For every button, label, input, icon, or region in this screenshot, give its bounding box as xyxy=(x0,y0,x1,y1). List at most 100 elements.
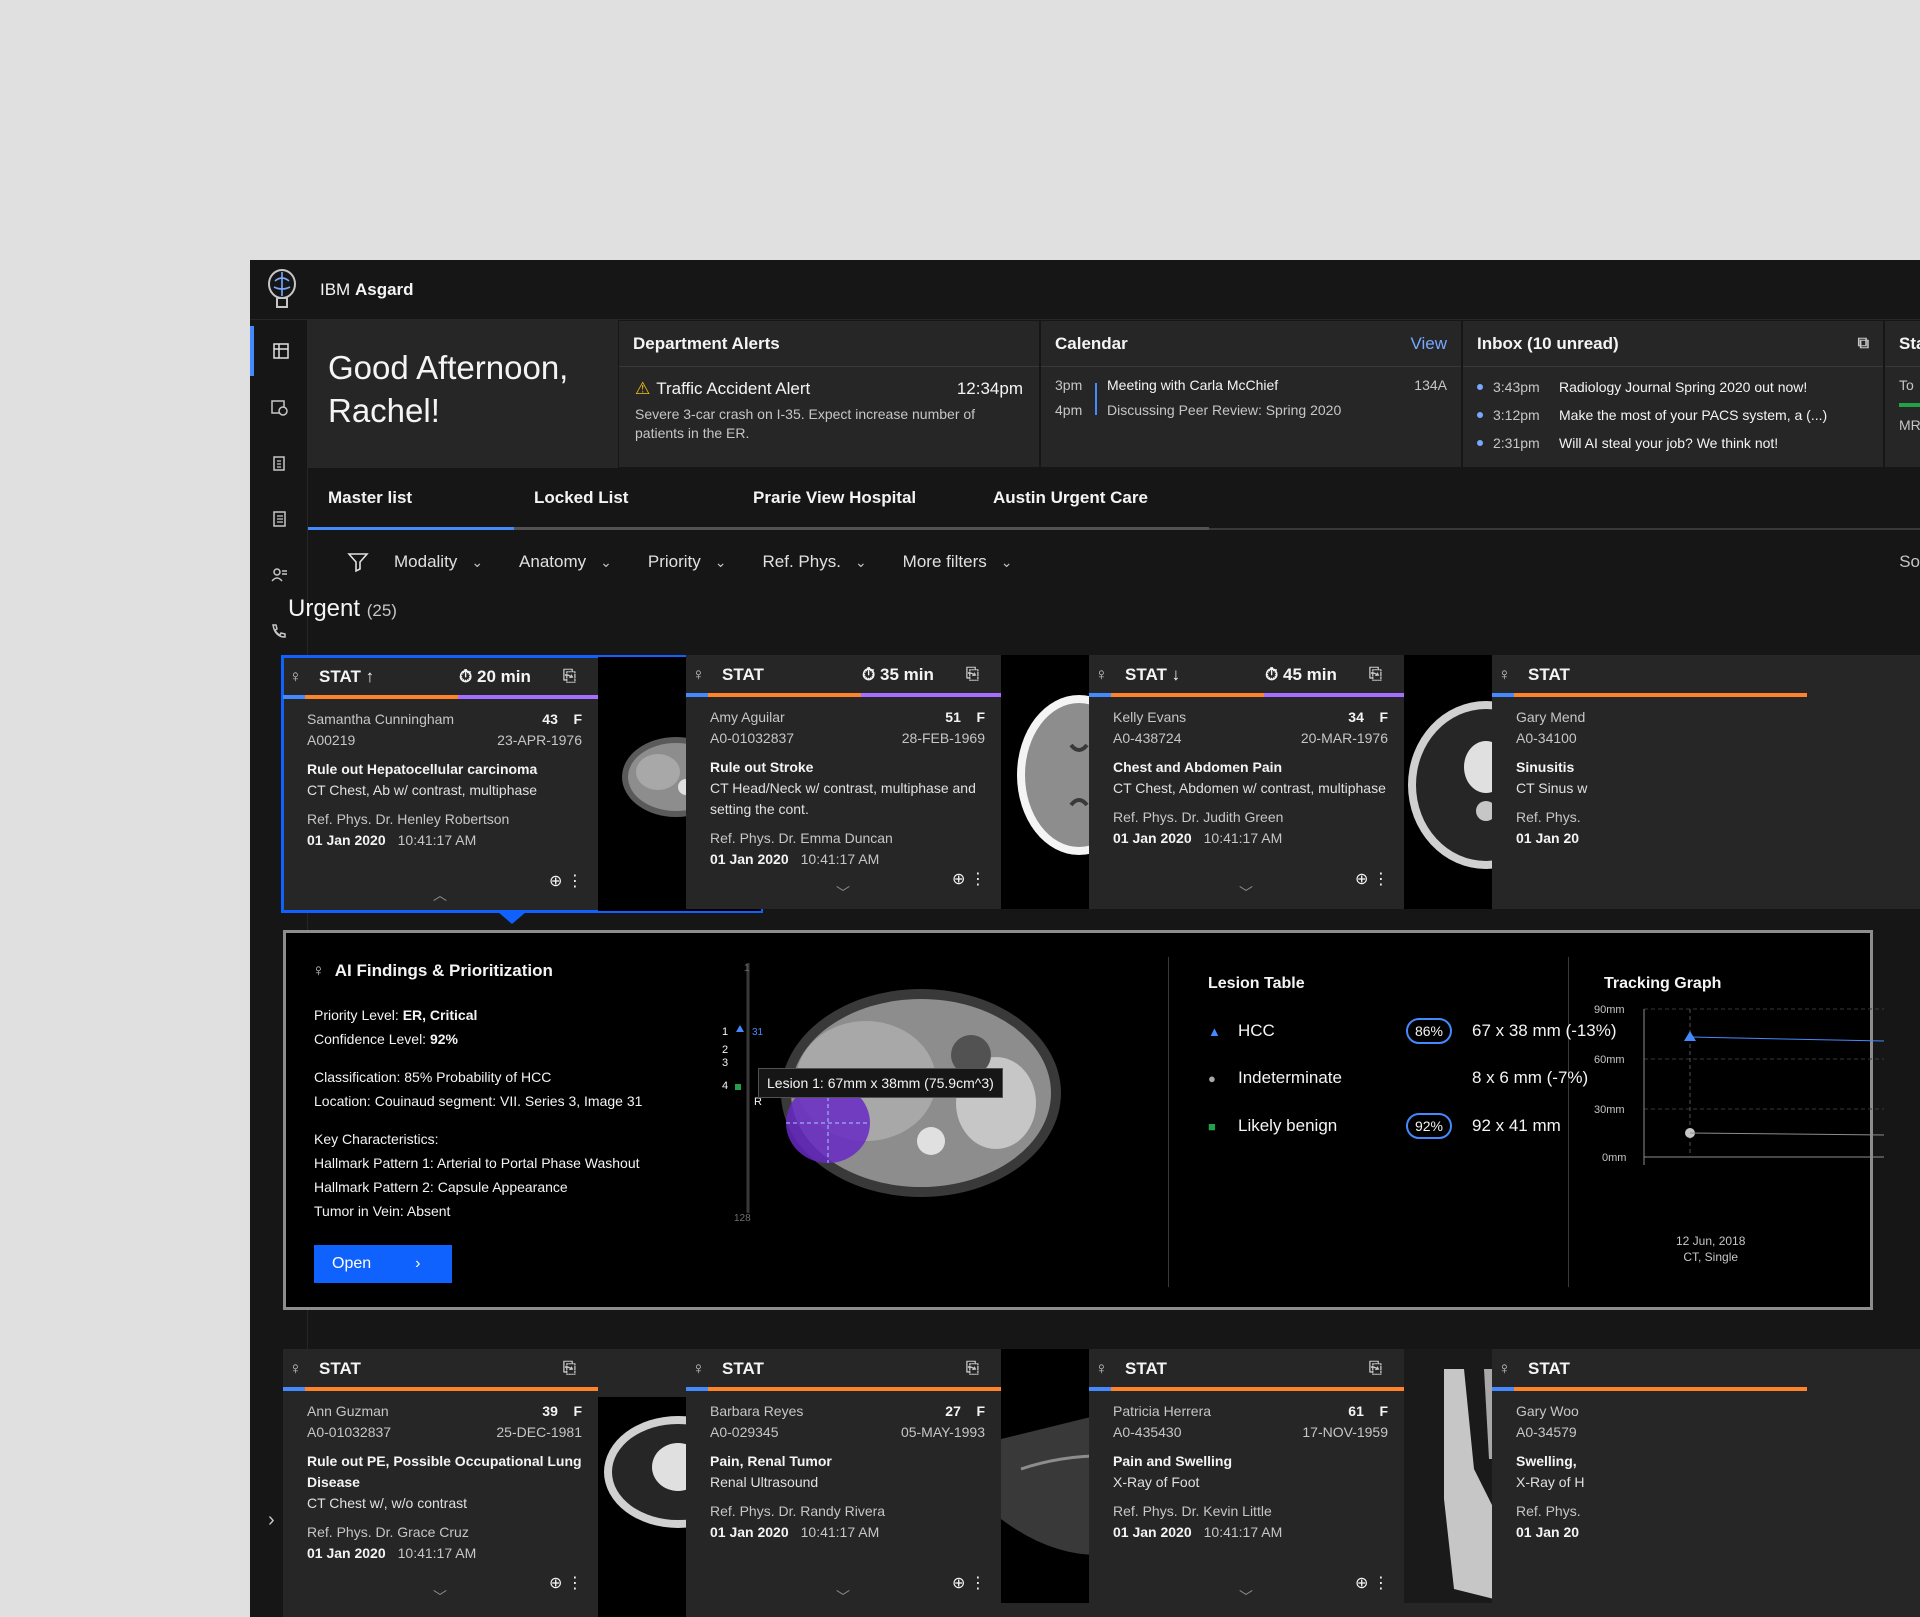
card-actions[interactable]: ⊕ ⋮ xyxy=(1355,1573,1389,1593)
chevron-down-icon[interactable]: ﹀ xyxy=(1239,883,1253,903)
lesion-row[interactable]: ■ Likely benign 92% 92 x 41 mm xyxy=(1208,1113,1561,1139)
svg-text:1: 1 xyxy=(722,1026,728,1038)
filter-bar: Modality ⌄ Anatomy ⌄ Priority ⌄ Ref. Phys. ⌄… xyxy=(308,530,1920,594)
study-card[interactable]: ♀ STAT Gary Mend A0-34100 Sinusitis CT Si… xyxy=(1492,655,1920,909)
chevron-up-icon[interactable]: ︿ xyxy=(433,885,447,905)
tab-master-list[interactable]: Master list xyxy=(308,468,514,530)
triangle-icon: ▲ xyxy=(1208,1023,1221,1039)
calendar-icon[interactable] xyxy=(250,382,308,432)
external-link-icon[interactable]: ⧉ xyxy=(1858,335,1869,353)
card-actions[interactable]: ⊕ ⋮ xyxy=(549,871,583,891)
lock-icon[interactable]: ⎘ xyxy=(563,1360,576,1378)
lock-icon[interactable]: ⎘ xyxy=(563,668,576,686)
brain-logo-icon xyxy=(262,267,302,313)
patient-name: Amy Aguilar xyxy=(710,709,785,725)
cal-event-2[interactable]: Discussing Peer Review: Spring 2020 xyxy=(1107,398,1414,423)
cal-event-bar xyxy=(1095,383,1097,415)
inbox-item[interactable]: 2:31pm Will AI steal your job? We think n… xyxy=(1463,429,1883,457)
alert-name[interactable]: ⚠ Traffic Accident Alert xyxy=(635,379,810,399)
card-actions[interactable]: ⊕ ⋮ xyxy=(952,869,986,889)
chevron-down-icon[interactable]: ﹀ xyxy=(836,883,850,903)
tracking-graph: 90mm 60mm 30mm 0mm xyxy=(1594,1005,1884,1165)
card-actions[interactable]: ⊕ ⋮ xyxy=(549,1573,583,1593)
alert-description: Severe 3-car crash on I-35. Expect incre… xyxy=(635,406,976,441)
timer-icon: ⏱ xyxy=(862,665,876,684)
open-button[interactable]: Open › xyxy=(314,1245,452,1283)
cal-event-1[interactable]: Meeting with Carla McChief xyxy=(1107,373,1414,398)
lock-icon[interactable]: ⎘ xyxy=(966,666,979,684)
patient-name: Samantha Cunningham xyxy=(307,711,455,727)
alerts-title: Department Alerts xyxy=(619,321,1039,367)
calendar-title: Calendar xyxy=(1055,333,1128,353)
top-bar: IBM Asgard xyxy=(250,260,1920,320)
sort-label[interactable]: So xyxy=(1899,552,1920,572)
lock-icon[interactable]: ⎘ xyxy=(966,1360,979,1378)
clipboard-icon[interactable] xyxy=(250,438,308,488)
study-card[interactable]: ♀ STAT Gary Woo A0-34579 Swelling, X-Ray … xyxy=(1492,1349,1920,1617)
priority-bar xyxy=(283,695,598,699)
svg-text:30mm: 30mm xyxy=(1594,1104,1625,1116)
ct-scan-viewer[interactable]: 1 128 1 2 3 4 31 R xyxy=(716,963,1136,1293)
stats-l1: To xyxy=(1899,377,1914,393)
inbox-title: Inbox (10 unread) xyxy=(1477,333,1619,353)
chevron-right-icon: › xyxy=(415,1255,421,1272)
divider xyxy=(1168,957,1169,1287)
svg-text:4: 4 xyxy=(722,1080,728,1092)
patient-dob: 23-APR-1976 xyxy=(497,732,582,748)
cal-time-1: 3pm xyxy=(1055,377,1083,393)
timer-icon: ⏱ xyxy=(459,667,473,686)
patient-name: Gary Woo xyxy=(1516,1403,1579,1419)
patient-name: Ann Guzman xyxy=(307,1403,389,1419)
dashboard-icon[interactable] xyxy=(250,326,308,376)
lightbulb-icon: ♀ xyxy=(1095,665,1108,684)
chevron-down-icon: ⌄ xyxy=(714,553,727,570)
lightbulb-icon: ♀ xyxy=(1095,1359,1108,1378)
tab-austin-urgent[interactable]: Austin Urgent Care xyxy=(959,468,1209,530)
department-alerts-panel: Department Alerts ⚠ Traffic Accident Aler… xyxy=(618,320,1040,468)
lightbulb-icon: ♀ xyxy=(1498,665,1511,684)
stats-l2: MR xyxy=(1899,417,1920,433)
lock-icon[interactable]: ⎘ xyxy=(1369,1360,1382,1378)
lightbulb-icon: ♀ xyxy=(289,667,302,686)
filter-priority[interactable]: Priority ⌄ xyxy=(648,552,727,572)
study-type: CT Chest, Ab w/ contrast, multiphase xyxy=(307,782,538,798)
stats-panel: Sta To MR xyxy=(1884,320,1920,468)
filter-anatomy[interactable]: Anatomy ⌄ xyxy=(519,552,612,572)
ai-findings-title: ♀ AI Findings & Prioritization xyxy=(312,961,553,980)
tab-prarie-view[interactable]: Prarie View Hospital xyxy=(719,468,959,530)
filter-modality[interactable]: Modality ⌄ xyxy=(394,552,483,572)
expand-chevron-icon[interactable]: › xyxy=(268,1509,275,1532)
lesion-row[interactable]: ▲ HCC 86% 67 x 38 mm (-13%) xyxy=(1208,1018,1617,1044)
filter-icon[interactable] xyxy=(346,550,370,574)
card-actions[interactable]: ⊕ ⋮ xyxy=(952,1573,986,1593)
slice-bottom: 128 xyxy=(734,1213,751,1224)
chevron-down-icon[interactable]: ﹀ xyxy=(1239,1587,1253,1607)
chevron-down-icon[interactable]: ﹀ xyxy=(836,1587,850,1607)
filter-ref-phys[interactable]: Ref. Phys. ⌄ xyxy=(763,552,867,572)
calendar-view-link[interactable]: View xyxy=(1410,334,1447,354)
selected-pointer xyxy=(498,912,526,924)
inbox-item[interactable]: 3:43pm Radiology Journal Spring 2020 out … xyxy=(1463,373,1883,401)
chevron-down-icon: ⌄ xyxy=(1000,553,1013,570)
alert-time: 12:34pm xyxy=(956,379,1023,398)
user-list-icon[interactable] xyxy=(250,550,308,600)
document-icon[interactable] xyxy=(250,494,308,544)
tracking-date: 12 Jun, 2018 CT, Single xyxy=(1676,1234,1746,1264)
card-actions[interactable]: ⊕ ⋮ xyxy=(1355,869,1389,889)
lesion-row[interactable]: ● Indeterminate 8 x 6 mm (-7%) xyxy=(1208,1065,1588,1091)
calendar-panel: Calendar View 3pm 4pm Meeting with Carla M… xyxy=(1040,320,1462,468)
chevron-down-icon[interactable]: ﹀ xyxy=(433,1587,447,1607)
inbox-item[interactable]: 3:12pm Make the most of your PACS system,… xyxy=(1463,401,1883,429)
svg-text:31: 31 xyxy=(752,1027,764,1038)
chevron-down-icon: ⌄ xyxy=(600,553,612,570)
greeting-panel: Good Afternoon, Rachel! xyxy=(308,320,618,468)
tab-locked-list[interactable]: Locked List xyxy=(514,468,719,530)
patient-name: Kelly Evans xyxy=(1113,709,1187,725)
ref-phys: Ref. Phys. Dr. Henley Robertson xyxy=(307,811,510,827)
cal-time-2: 4pm xyxy=(1055,402,1083,418)
stat-label: STAT ↑ xyxy=(319,667,375,686)
greeting-line2: Rachel! xyxy=(328,392,440,429)
svg-text:2: 2 xyxy=(722,1044,728,1056)
lock-icon[interactable]: ⎘ xyxy=(1369,666,1382,684)
filter-more[interactable]: More filters ⌄ xyxy=(903,552,1013,572)
